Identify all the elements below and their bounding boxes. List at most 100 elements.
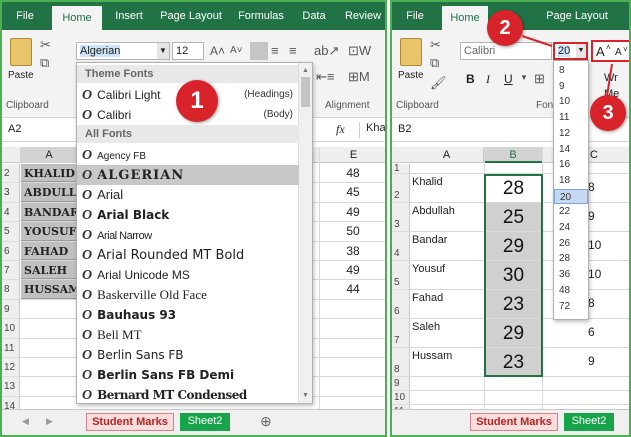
font-option[interactable]: O Bauhaus 93 — [77, 305, 299, 325]
clipboard-icon[interactable] — [10, 38, 32, 66]
font-option[interactable]: O Arial Black — [77, 205, 299, 225]
decrease-font-icon[interactable]: A˅ — [230, 46, 243, 56]
align-bottom-icon[interactable]: ≡ — [289, 44, 297, 57]
font-size-option[interactable]: 14 — [554, 142, 588, 158]
font-size-option[interactable]: 22 — [554, 204, 588, 220]
tab-home[interactable]: Home — [52, 6, 102, 30]
cell-e-value[interactable]: 48 — [320, 164, 385, 182]
cell-name[interactable]: SALEH — [21, 261, 77, 280]
cell-e-value[interactable]: 44 — [320, 280, 385, 298]
row-header[interactable]: 11 — [2, 338, 20, 358]
cell-b-value[interactable]: 30 — [485, 261, 542, 289]
scroll-down-icon[interactable]: ▼ — [302, 392, 309, 399]
align-top-icon[interactable] — [250, 42, 268, 60]
col-header-a[interactable]: A — [410, 147, 484, 163]
font-size-option[interactable]: 18 — [554, 173, 588, 189]
cell-e-value[interactable]: 38 — [320, 242, 385, 260]
row-header[interactable]: 10 — [2, 319, 20, 339]
tab-file[interactable]: File — [8, 2, 42, 30]
cell-b-value[interactable]: 29 — [485, 232, 542, 260]
row-header[interactable]: 3 — [2, 183, 20, 203]
sheet-tab-student-marks[interactable]: Student Marks — [470, 413, 558, 431]
row-header[interactable]: 6 — [392, 290, 410, 319]
cell-b-value[interactable]: 23 — [485, 290, 542, 318]
col-header-b[interactable]: B — [484, 147, 542, 163]
cell-c-value[interactable]: 9 — [588, 209, 618, 225]
indent-icon[interactable]: ⇤≡ — [316, 70, 334, 83]
cell-name[interactable]: BANDAR — [21, 202, 77, 222]
row-header[interactable]: 6 — [2, 241, 20, 261]
tab-formulas[interactable]: Formulas — [234, 2, 288, 30]
row-header[interactable]: 4 — [2, 202, 20, 223]
tab-data[interactable]: Data — [298, 2, 330, 30]
formula-input[interactable]: Kha — [359, 122, 385, 138]
row-header[interactable]: 8 — [392, 348, 410, 377]
cell-c-value[interactable]: 6 — [588, 325, 618, 341]
font-name-combo[interactable]: Algerian ▼ — [76, 42, 170, 60]
orientation-icon[interactable]: ab↗ — [314, 44, 339, 57]
cell-name[interactable]: Hussam — [412, 350, 482, 364]
sheet-tab-student-marks[interactable]: Student Marks — [86, 413, 174, 431]
cell-c-value[interactable]: 8 — [588, 296, 618, 312]
col-header-a[interactable]: A — [20, 147, 78, 163]
font-list-scrollbar[interactable]: ▲ ▼ — [298, 63, 312, 403]
merge-icon[interactable]: ⊞M — [348, 70, 370, 83]
scroll-up-icon[interactable]: ▲ — [302, 67, 309, 74]
name-box[interactable]: A2 — [8, 123, 21, 135]
cell-name[interactable]: FAHAD — [21, 241, 77, 260]
font-size-option[interactable]: 20 — [554, 188, 588, 205]
font-option[interactable]: O Baskerville Old Face — [77, 285, 299, 305]
fx-icon[interactable]: fx — [336, 122, 345, 137]
cell-name[interactable]: Fahad — [412, 292, 482, 306]
font-option[interactable]: O Bernard MT Condensed — [77, 385, 299, 405]
cell-b-value[interactable]: 28 — [485, 174, 542, 202]
tab-review[interactable]: Review — [340, 2, 385, 30]
row-header[interactable]: 1 — [392, 164, 410, 174]
cell-c-value[interactable]: 9 — [588, 354, 618, 370]
tab-page-layout[interactable]: Page Layout — [158, 2, 224, 30]
font-option[interactable]: O Arial Unicode MS — [77, 265, 299, 285]
increase-font-icon[interactable]: A˄ — [210, 45, 225, 57]
paste-button[interactable]: Paste — [8, 70, 34, 81]
row-header[interactable]: 5 — [2, 222, 20, 242]
font-option[interactable]: O Agency FB — [77, 145, 299, 165]
sheet-tab-sheet2[interactable]: Sheet2 — [564, 413, 614, 431]
scroll-thumb[interactable] — [301, 77, 310, 107]
font-option[interactable]: O Arial Rounded MT Bold — [77, 245, 299, 265]
cell-c-value[interactable]: 8 — [588, 180, 618, 196]
cell-name[interactable]: KHALID — [21, 164, 77, 183]
cell-name[interactable]: YOUSUF — [21, 222, 77, 241]
font-size-option[interactable]: 36 — [554, 267, 588, 283]
font-option[interactable]: O Berlin Sans FB — [77, 345, 299, 365]
next-sheet-icon[interactable]: ▶ — [46, 417, 53, 426]
font-size-combo[interactable]: 12 — [172, 42, 204, 60]
add-sheet-icon[interactable]: ⊕ — [260, 414, 272, 428]
row-header[interactable]: 5 — [392, 261, 410, 290]
row-header[interactable]: 9 — [2, 299, 20, 320]
cell-name[interactable]: ABDULL — [21, 183, 77, 202]
cell-name[interactable]: Khalid — [412, 176, 482, 190]
wrap-text-icon[interactable]: ⊡W — [348, 44, 371, 57]
row-header[interactable]: 7 — [392, 319, 410, 348]
cell-name[interactable]: Bandar — [412, 234, 482, 248]
cell-c-value[interactable]: 10 — [588, 267, 618, 283]
chevron-down-icon[interactable]: ▼ — [157, 43, 169, 59]
row-header[interactable]: 2 — [392, 174, 410, 203]
cell-name[interactable]: HUSSAM — [21, 280, 77, 299]
font-size-option[interactable]: 72 — [554, 299, 588, 315]
align-middle-icon[interactable]: ≡ — [271, 44, 279, 57]
cut-icon[interactable]: ✂ — [40, 38, 51, 51]
cell-name[interactable]: Abdullah — [412, 205, 482, 219]
font-size-option[interactable]: 48 — [554, 283, 588, 299]
row-header[interactable]: 9 — [392, 377, 410, 391]
cell-e-value[interactable]: 50 — [320, 222, 385, 240]
font-option[interactable]: O Arial Narrow — [77, 225, 299, 245]
row-header[interactable]: 12 — [2, 358, 20, 378]
font-size-option[interactable]: 16 — [554, 157, 588, 173]
cell-name[interactable]: Saleh — [412, 321, 482, 335]
font-size-option[interactable]: 24 — [554, 220, 588, 236]
cell-e-value[interactable]: 49 — [320, 203, 385, 221]
font-size-option[interactable]: 28 — [554, 251, 588, 267]
row-header[interactable]: 8 — [2, 280, 20, 300]
cell-b-value[interactable]: 23 — [485, 348, 542, 376]
